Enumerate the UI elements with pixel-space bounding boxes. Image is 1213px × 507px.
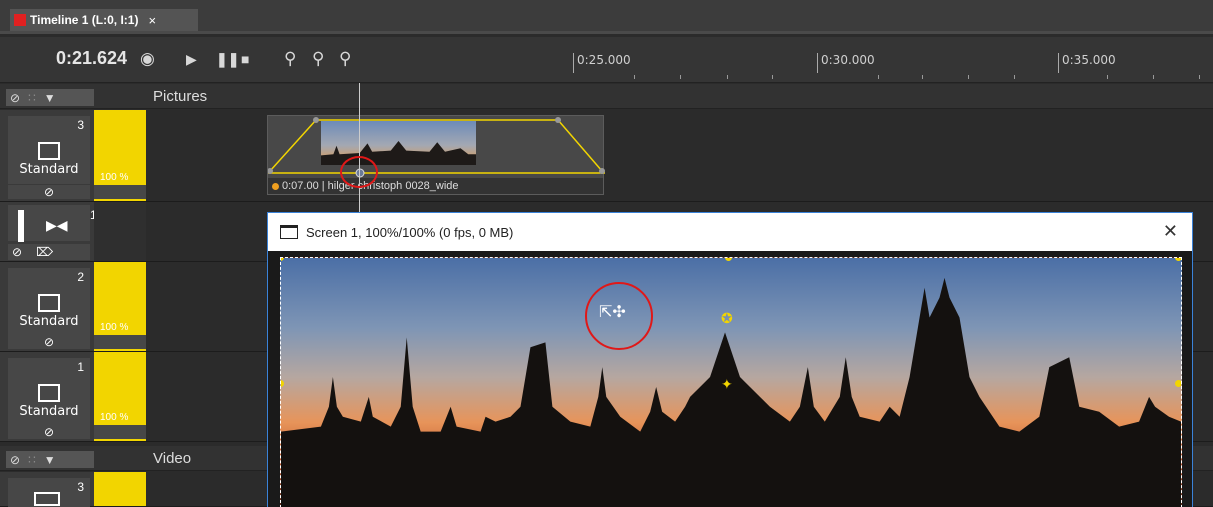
track-mode-label: Standard (19, 314, 79, 329)
track-icon-box[interactable]: 3 (8, 478, 90, 507)
mute-icon[interactable]: ⊘ (10, 91, 20, 105)
window-icon (280, 225, 298, 239)
lock-icon[interactable]: ∷ (28, 91, 36, 105)
mute-icon[interactable]: ⊘ (8, 335, 90, 349)
clip-marker-icon (272, 183, 279, 190)
playhead[interactable] (359, 83, 360, 218)
play-icon[interactable]: ▶ (186, 50, 197, 68)
track-mode-label: Standard (19, 404, 79, 419)
preview-canvas[interactable]: ✪ ✦ ⇱✣ (268, 251, 1192, 507)
lock-icon[interactable]: ∷ (28, 453, 36, 467)
timeline-toolbar: 0:21.624 ◉ ▶ ❚❚ ■ ⚲ ⚲ ⚲ 0:25.000 0:30.00… (0, 37, 1213, 83)
transition-icon-box[interactable]: ▶◀ 1 (8, 205, 97, 242)
zoom-out-icon[interactable]: ⚲ (339, 50, 351, 68)
lock-icon[interactable]: ⌦ (36, 245, 53, 259)
ruler-label: 0:35.000 (1058, 53, 1116, 73)
ruler-label: 0:25.000 (573, 53, 631, 73)
track-opacity: 100 % (100, 412, 129, 423)
track-number: 3 (77, 118, 84, 132)
picture-icon (38, 384, 60, 402)
preview-window: Screen 1, 100%/100% (0 fps, 0 MB) ✕ ✪ ✦ … (267, 212, 1193, 507)
clip-thumbnail (321, 121, 476, 165)
group-header-pictures: ⊘ ∷ ▼ Pictures (0, 84, 1213, 109)
clip-caption: 0:07.00 | hilger christoph 0028_wide (268, 178, 603, 194)
tab-close-icon[interactable]: × (148, 13, 156, 28)
ruler-label: 0:30.000 (817, 53, 875, 73)
pause-icon[interactable]: ❚❚ (216, 50, 239, 68)
mute-icon[interactable]: ⊘ (10, 453, 20, 467)
track-mode-label: Standard (19, 162, 79, 177)
collapse-arrow-icon[interactable]: ▼ (44, 91, 56, 105)
close-icon[interactable]: ✕ (1163, 221, 1178, 242)
collapse-arrow-icon[interactable]: ▼ (44, 453, 56, 467)
current-time: 0:21.624 (56, 48, 128, 68)
stop-icon[interactable]: ■ (241, 50, 249, 68)
track-pictures-3: 3 Standard 100 % ⊘ (0, 110, 1213, 202)
timeline-color-icon (14, 14, 26, 26)
tab-timeline-1[interactable]: Timeline 1 (L:0, I:1) × (10, 9, 198, 31)
preview-title: Screen 1, 100%/100% (0 fps, 0 MB) (306, 224, 514, 240)
mute-icon[interactable]: ⊘ (8, 425, 90, 439)
picture-icon (38, 142, 60, 160)
annotation-circle (340, 156, 378, 188)
track-number: 1 (77, 360, 84, 374)
track-icon-box[interactable]: 3 Standard (8, 116, 90, 184)
preview-image[interactable]: ✪ ✦ ⇱✣ (280, 257, 1182, 507)
timeline-clip[interactable]: 0:07.00 | hilger christoph 0028_wide (267, 115, 605, 195)
picture-icon (38, 294, 60, 312)
track-number: 3 (77, 480, 84, 494)
group-name: Pictures (153, 88, 208, 105)
track-number: 2 (77, 270, 84, 284)
zoom-fit-icon[interactable]: ⚲ (312, 50, 324, 68)
group-name: Video (153, 450, 192, 467)
mute-icon[interactable]: ⊘ (8, 185, 90, 199)
anchor-point-icon[interactable]: ✦ (721, 376, 733, 393)
track-volume-bar[interactable] (94, 472, 146, 506)
group-controls[interactable]: ⊘ ∷ ▼ (6, 89, 94, 106)
track-icon-box[interactable]: 1 Standard (8, 358, 90, 426)
film-icon (34, 492, 60, 506)
rotation-handle-icon[interactable]: ✪ (721, 310, 733, 327)
transition-icon: ▶◀ (46, 217, 68, 233)
tab-title: Timeline 1 (L:0, I:1) (30, 13, 139, 27)
zoom-in-icon[interactable]: ⚲ (284, 50, 296, 68)
track-icon-box[interactable]: 2 Standard (8, 268, 90, 336)
annotation-circle (585, 282, 653, 350)
mute-icon[interactable]: ⊘ (12, 245, 22, 259)
tab-bar: Timeline 1 (L:0, I:1) × (0, 0, 1213, 34)
group-controls[interactable]: ⊘ ∷ ▼ (6, 451, 94, 468)
track-opacity: 100 % (100, 322, 129, 333)
eye-icon[interactable]: ◉ (140, 50, 155, 68)
track-opacity: 100 % (100, 172, 129, 183)
preview-titlebar[interactable]: Screen 1, 100%/100% (0 fps, 0 MB) ✕ (268, 213, 1192, 251)
